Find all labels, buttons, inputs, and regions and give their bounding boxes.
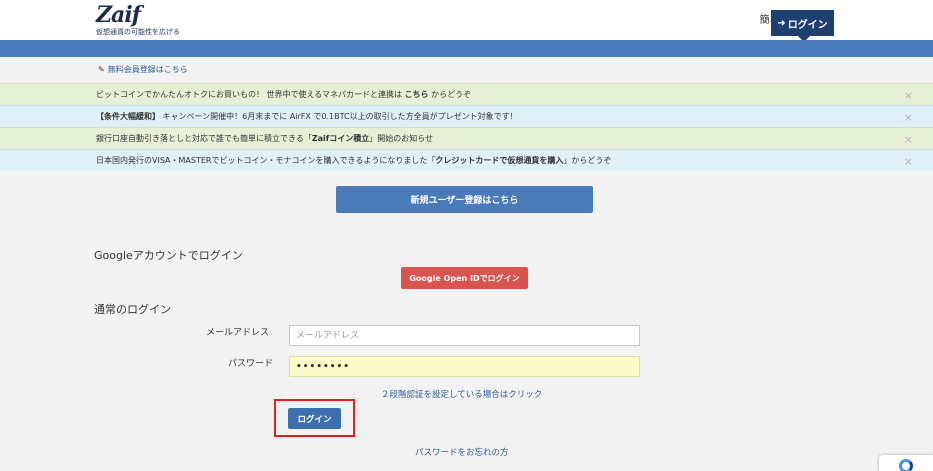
two-factor-link[interactable]: ２段階認証を設定している場合はクリック [381, 388, 542, 400]
alert-link[interactable]: クレジットカードで仮想通貨を購入 [435, 156, 563, 165]
alert-text: 【条件大幅緩和】 キャンペーン開催中！6月末までに AirFX で0.1BTC以… [96, 112, 518, 121]
alert-link[interactable]: Zaifコイン積立 [312, 134, 369, 143]
email-field[interactable] [289, 325, 640, 346]
close-icon[interactable]: × [904, 133, 913, 146]
close-icon[interactable]: × [904, 155, 913, 168]
alert-campaign: 【条件大幅緩和】 キャンペーン開催中！6月末までに AirFX で0.1BTC以… [0, 105, 933, 127]
login-enter-icon: ➜ [777, 17, 786, 29]
close-icon[interactable]: × [904, 89, 913, 102]
zaif-logo[interactable]: Zaif 仮想通貨の可能性を広げる [96, 4, 180, 37]
email-label: メールアドレス [206, 328, 270, 338]
password-label: パスワード [228, 359, 274, 369]
nav-login-label: ログイン [787, 19, 828, 31]
blue-banner-bar [0, 40, 933, 57]
recaptcha-icon [899, 459, 913, 471]
register-button[interactable]: 新規ユーザー登録はこちら [336, 186, 593, 213]
alert-text: ビットコインでかんたんオトクにお買いもの！ 世界中で使えるマネパカードと連携は … [96, 90, 472, 99]
free-register-label: 無料会員登録はこちら [107, 65, 188, 74]
close-icon[interactable]: × [904, 111, 913, 124]
logo-tagline: 仮想通貨の可能性を広げる [96, 28, 180, 36]
free-register-link[interactable]: ✎ 無料会員登録はこちら [98, 64, 188, 75]
normal-login-heading: 通常のログイン [94, 303, 171, 316]
alert-link[interactable]: こちら [405, 90, 429, 99]
login-button[interactable]: ログイン [288, 408, 341, 429]
alert-text: 銀行口座自動引き落としと対応で誰でも簡単に積立できる「Zaifコイン積立」開始の… [96, 134, 434, 143]
header: Zaif 仮想通貨の可能性を広げる 簡単売買 取引 | ➜ ログイン [0, 0, 933, 42]
pencil-icon: ✎ [98, 65, 105, 74]
nav-login-button[interactable]: ➜ ログイン [771, 10, 834, 42]
google-login-button[interactable]: Google Open IDでログイン [401, 267, 528, 289]
password-field[interactable]: •••••••• [289, 356, 640, 377]
alert-credit-card: 日本国内発行のVISA・MASTERでビットコイン・モナコインを購入できるように… [0, 149, 933, 171]
forgot-password-link[interactable]: パスワードをお忘れの方 [415, 446, 509, 458]
google-login-heading: Googleアカウントでログイン [94, 249, 243, 262]
logo-wordmark: Zaif [96, 2, 141, 28]
alert-zaif-coin: 銀行口座自動引き落としと対応で誰でも簡単に積立できる「Zaifコイン積立」開始の… [0, 127, 933, 149]
recaptcha-badge[interactable] [879, 455, 933, 471]
alert-card-link: ビットコインでかんたんオトクにお買いもの！ 世界中で使えるマネパカードと連携は … [0, 83, 933, 105]
alert-text: 日本国内発行のVISA・MASTERでビットコイン・モナコインを購入できるように… [96, 156, 612, 165]
